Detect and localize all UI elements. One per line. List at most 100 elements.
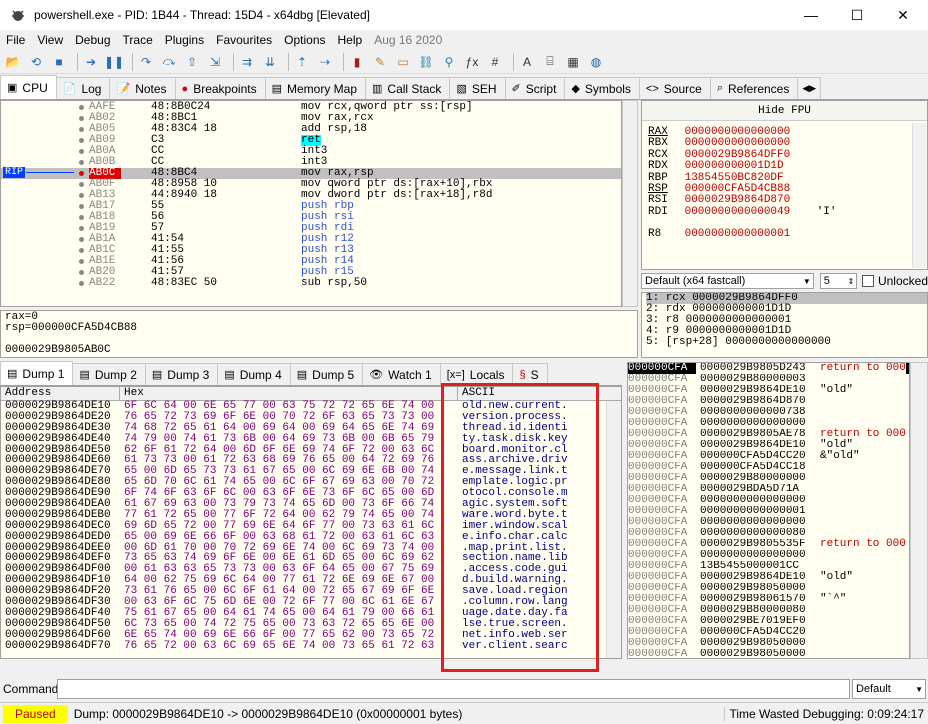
stack-row[interactable]: 000000CFA 0000029B98050000 — [628, 583, 909, 594]
stack-row[interactable]: 000000CFA 0000029BDA5D71A — [628, 484, 909, 495]
breakpoint-dot[interactable] — [79, 149, 84, 154]
strings-icon[interactable]: A — [518, 53, 536, 71]
stack-row[interactable]: 000000CFA 000000CFA5D4CC18 — [628, 462, 909, 473]
tab-scroll-arrows[interactable]: ◀▶ — [797, 77, 822, 99]
menu-file[interactable]: File — [0, 33, 31, 47]
register-row[interactable]: RDI 0000000000000049 'I' — [642, 206, 927, 218]
tab-locals[interactable]: [x=] Locals — [439, 363, 514, 385]
open-icon[interactable]: 📂 — [4, 53, 22, 71]
arg-count-spinner[interactable]: 5 ⇕ — [819, 273, 858, 289]
tab-dump-4[interactable]: ▤ Dump 4 — [217, 363, 291, 385]
tab-script[interactable]: ✐ Script — [504, 77, 566, 99]
breakpoint-dot[interactable] — [79, 259, 84, 264]
tab-dump-1[interactable]: ▤ Dump 1 — [0, 361, 74, 385]
stack-row[interactable]: 000000CFA 000000CFA5D4CC20 &"old" — [628, 451, 909, 462]
tab-watch-1[interactable]: 👁 Watch 1 — [362, 363, 441, 385]
maximize-button[interactable]: ☐ — [834, 0, 880, 30]
run-to-user-code-icon[interactable]: ⇲ — [206, 53, 224, 71]
stack-row[interactable]: 000000CFA 0000029B9864DE10 "old" — [628, 440, 909, 451]
comment-icon[interactable]: ✎ — [371, 53, 389, 71]
tab-call-stack[interactable]: ▥ Call Stack — [365, 77, 451, 99]
calc-icon[interactable]: ▦ — [564, 53, 582, 71]
menu-view[interactable]: View — [31, 33, 69, 47]
argument-row[interactable]: 5: [rsp+28] 0000000000000000 — [646, 337, 927, 348]
stack-row[interactable]: 000000CFA 0000029B80000000 — [628, 473, 909, 484]
pause-icon[interactable]: ❚❚ — [104, 53, 124, 71]
breakpoint-dot[interactable] — [79, 160, 84, 165]
tab-symbols[interactable]: ◆ Symbols — [564, 77, 640, 99]
stack-row[interactable]: 000000CFA 0000029B9864D870 — [628, 396, 909, 407]
hash-icon[interactable]: # — [486, 53, 504, 71]
stack-row[interactable]: 000000CFA 0000029BE7019EF0 — [628, 616, 909, 627]
stack-row[interactable]: 000000CFA 0000029B98050000 — [628, 638, 909, 649]
breakpoint-dot[interactable] — [79, 237, 84, 242]
registers-scrollbar[interactable] — [912, 123, 926, 268]
register-row[interactable]: R8 0000000000000001 — [642, 229, 927, 240]
breakpoint-dot[interactable] — [79, 215, 84, 220]
breakpoint-dot[interactable] — [79, 105, 84, 110]
breakpoint-dot[interactable] — [79, 127, 84, 132]
tab-memory-map[interactable]: ▤ Memory Map — [264, 77, 366, 99]
breakpoint-toggle-icon[interactable]: ⇢ — [316, 53, 334, 71]
step-into-icon[interactable]: ↷ — [137, 53, 155, 71]
patch-icon[interactable]: ▮ — [348, 53, 366, 71]
breakpoint-dot[interactable] — [79, 226, 84, 231]
stack-row[interactable]: 000000CFA 000000CFA5D4CC20 — [628, 627, 909, 638]
column-header-address[interactable]: Address — [1, 387, 120, 400]
stack-row[interactable]: 000000CFA 0000029B9805535F return to 000 — [628, 539, 909, 550]
menu-plugins[interactable]: Plugins — [159, 33, 210, 47]
hide-fpu-button[interactable]: Hide FPU — [642, 101, 927, 121]
stack-row[interactable]: 000000CFA 0000000000000000 — [628, 495, 909, 506]
minimize-button[interactable]: — — [788, 0, 834, 30]
tab-cpu[interactable]: ▣ CPU — [0, 75, 57, 99]
restart-icon[interactable]: ⟲ — [27, 53, 45, 71]
stack-row[interactable]: 000000CFA 0000000000000000 — [628, 550, 909, 561]
breakpoint-dot[interactable] — [79, 270, 84, 275]
breakpoint-dot[interactable] — [79, 116, 84, 121]
menu-favourites[interactable]: Favourites — [210, 33, 278, 47]
stack-row-current[interactable]: 000000CFA 0000029B9805D243 return to 000 — [628, 363, 909, 374]
close-button[interactable]: ✕ — [880, 0, 926, 30]
tab-seh[interactable]: ▧ SEH — [449, 77, 506, 99]
breakpoint-dot[interactable] — [79, 193, 84, 198]
globe-icon[interactable]: ◍ — [587, 53, 605, 71]
trace-into-icon[interactable]: ⇉ — [238, 53, 256, 71]
scylla-icon[interactable]: ⇡ — [293, 53, 311, 71]
execute-till-return-icon[interactable]: ⇧ — [183, 53, 201, 71]
arguments-panel[interactable]: 1: rcx 0000029B9864DFF0 2: rdx 000000000… — [641, 292, 928, 358]
stack-view[interactable]: 000000CFA 0000029B9805D243 return to 000 0… — [627, 362, 910, 659]
tab-log[interactable]: 📄 Log — [55, 77, 111, 99]
command-input[interactable] — [57, 679, 850, 699]
tab-notes[interactable]: 📝 Notes — [109, 77, 176, 99]
column-header-hex[interactable]: Hex — [120, 387, 458, 400]
tab-struct[interactable]: § S — [512, 363, 548, 385]
tab-dump-2[interactable]: ▤ Dump 2 — [72, 363, 146, 385]
tab-source[interactable]: <> Source — [638, 77, 711, 99]
run-icon[interactable]: ➔ — [82, 53, 100, 71]
stack-row[interactable]: 000000CFA 0000029B80000003 — [628, 374, 909, 385]
calculator-icon[interactable]: ⌸ — [541, 53, 559, 71]
stack-row[interactable]: 000000CFA 0000029B80000080 — [628, 605, 909, 616]
stack-row[interactable]: 000000CFA 0000029B9805AE78 return to 000 — [628, 429, 909, 440]
stack-row[interactable]: 000000CFA 0000029B9864DE10 "old" — [628, 572, 909, 583]
command-mode-select[interactable]: Default ▼ — [852, 679, 926, 699]
rip-marker-dot[interactable] — [79, 171, 84, 176]
breakpoint-dot[interactable] — [79, 248, 84, 253]
breakpoint-dot[interactable] — [79, 138, 84, 143]
unlocked-checkbox[interactable] — [862, 275, 874, 287]
disassembly-scrollbar[interactable] — [622, 100, 638, 307]
breakpoint-dot[interactable] — [79, 182, 84, 187]
stack-row[interactable]: 000000CFA 0000029B98061570 "`^" — [628, 594, 909, 605]
tab-references[interactable]: ⌕ References — [709, 77, 799, 99]
breakpoint-dot[interactable] — [79, 281, 84, 286]
menu-options[interactable]: Options — [278, 33, 331, 47]
calling-convention-select[interactable]: Default (x64 fastcall) ▼ — [641, 273, 814, 289]
trace-over-icon[interactable]: ⇊ — [261, 53, 279, 71]
stack-row[interactable]: 000000CFA 13B5455000001CC — [628, 561, 909, 572]
step-over-icon[interactable]: ⤼ — [160, 53, 178, 71]
variables-icon[interactable]: ƒx — [463, 53, 481, 71]
stack-row[interactable]: 000000CFA 0000000000000738 — [628, 407, 909, 418]
tab-breakpoints[interactable]: ● Breakpoints — [174, 77, 266, 99]
stack-row[interactable]: 000000CFA 0000000000000000 — [628, 517, 909, 528]
stack-scrollbar[interactable] — [910, 362, 928, 659]
